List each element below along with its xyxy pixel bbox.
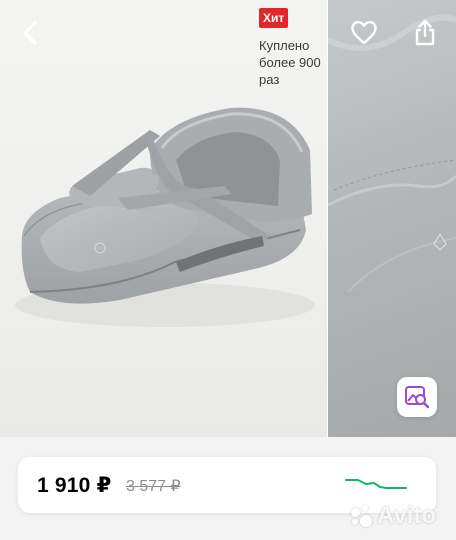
old-price: 3 577 ₽ — [126, 478, 181, 495]
share-icon — [415, 19, 435, 46]
current-price: 1 910 ₽ — [37, 474, 112, 497]
share-button[interactable] — [407, 15, 443, 51]
chevron-left-icon — [23, 21, 37, 45]
heart-icon — [351, 21, 377, 45]
fabric-closeup-image — [328, 14, 456, 293]
hit-badge: Хит — [259, 8, 289, 28]
avito-watermark: Avito — [350, 502, 436, 530]
photo-gallery[interactable]: Хит Куплено более 900 раз — [0, 0, 456, 437]
avito-logo-icon — [350, 504, 374, 528]
product-photo-next[interactable] — [328, 0, 456, 437]
image-search-icon — [405, 386, 430, 409]
visual-search-button[interactable] — [397, 377, 437, 417]
avito-watermark-text: Avito — [377, 502, 437, 529]
back-button[interactable] — [12, 15, 48, 51]
price-trend-chart[interactable] — [344, 474, 408, 494]
favorite-button[interactable] — [346, 15, 382, 51]
purchase-count-text: Куплено более 900 раз — [259, 38, 321, 87]
price-trend-line — [345, 479, 407, 489]
